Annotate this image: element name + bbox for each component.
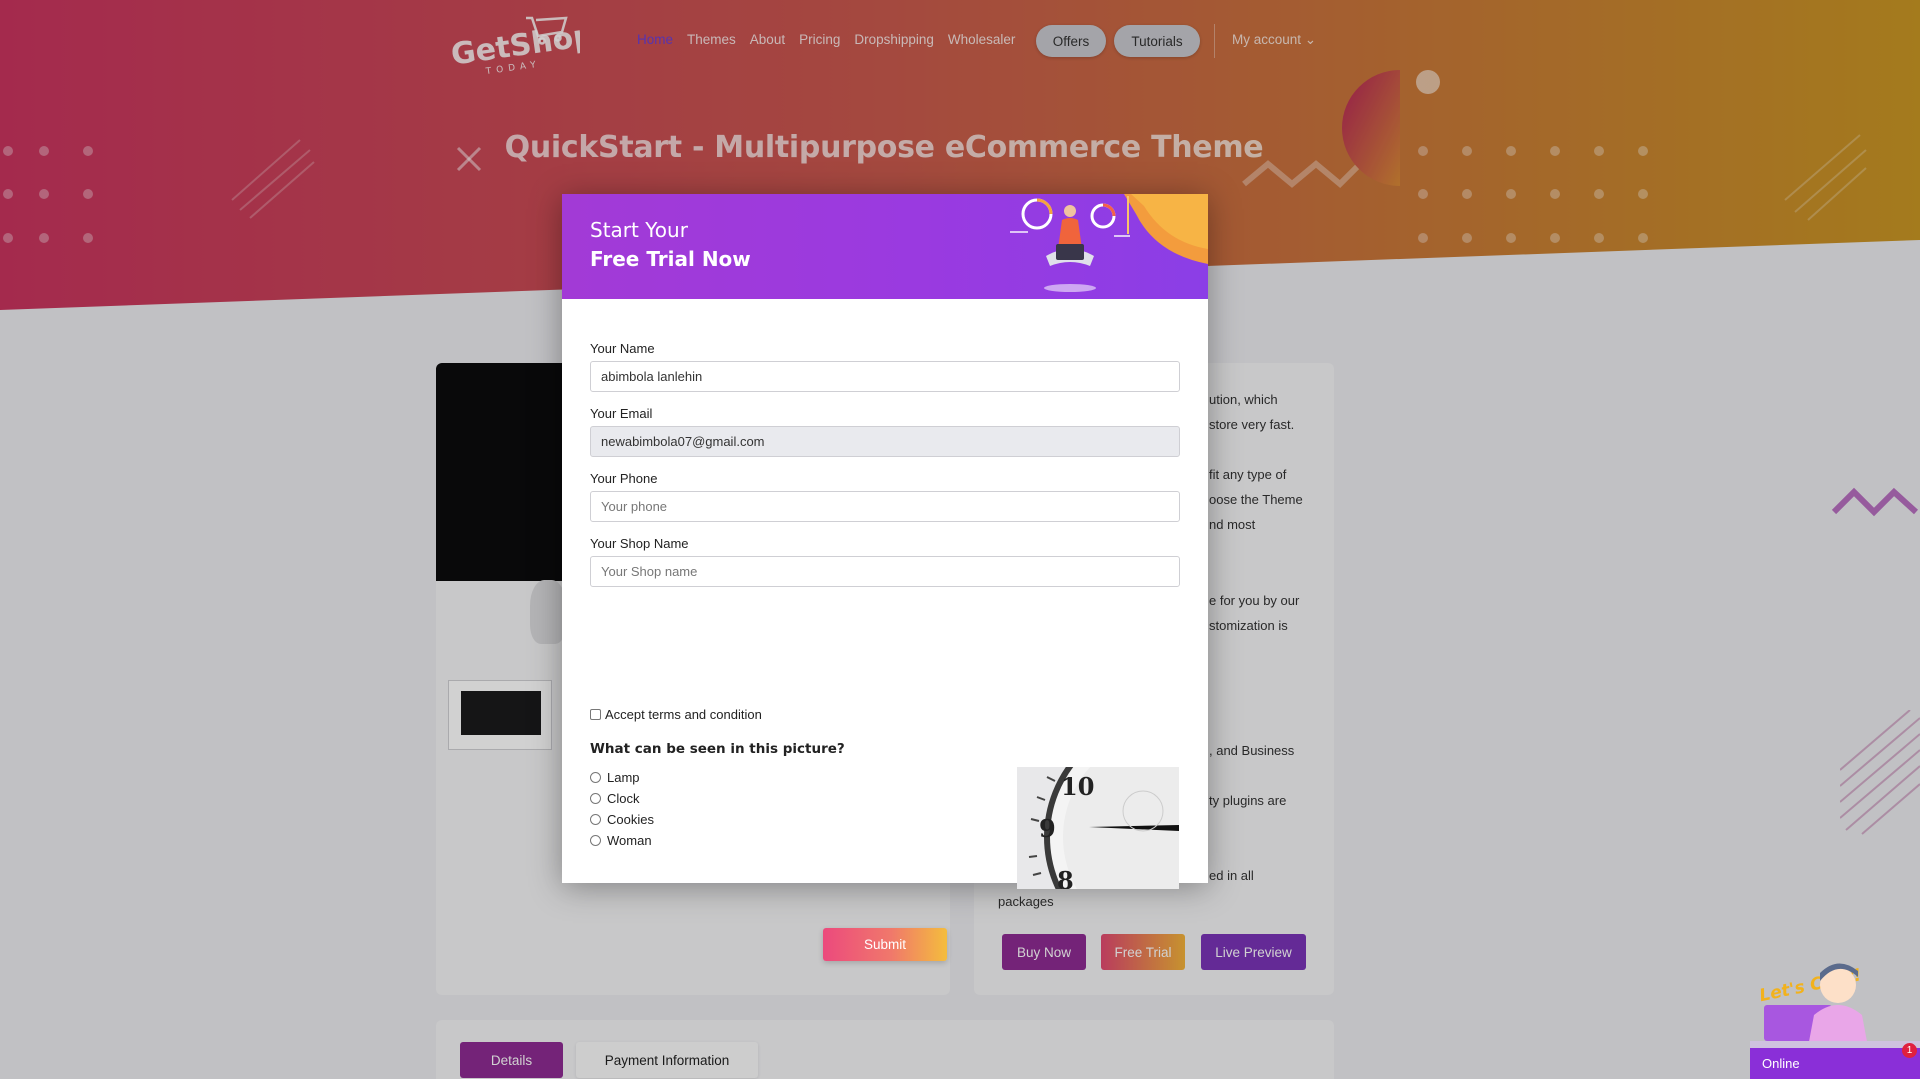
free-trial-modal: Start Your Free Trial Now Your Name Your…	[562, 194, 1208, 961]
modal-title-line2: Free Trial Now	[590, 247, 751, 271]
svg-text:8: 8	[1057, 866, 1074, 889]
person-laptop-illustration	[1010, 194, 1208, 292]
terms-checkbox[interactable]	[590, 709, 601, 720]
terms-checkbox-row[interactable]: Accept terms and condition	[590, 707, 762, 722]
option-label: Woman	[607, 833, 652, 848]
option-label: Lamp	[607, 770, 640, 785]
modal-header: Start Your Free Trial Now	[562, 194, 1208, 299]
radio-button[interactable]	[590, 814, 601, 825]
chat-status-bar[interactable]: Online	[1750, 1048, 1920, 1079]
captcha-option-cookies[interactable]: Cookies	[590, 812, 654, 827]
modal-title-line1: Start Your	[590, 218, 688, 242]
radio-button[interactable]	[590, 835, 601, 846]
shop-name-field[interactable]	[590, 556, 1180, 587]
option-label: Cookies	[607, 812, 654, 827]
submit-button[interactable]: Submit	[823, 928, 947, 961]
captcha-option-lamp[interactable]: Lamp	[590, 770, 640, 785]
chat-notification-badge: 1	[1902, 1043, 1917, 1058]
captcha-option-woman[interactable]: Woman	[590, 833, 652, 848]
email-label: Your Email	[590, 406, 653, 421]
svg-text:9: 9	[1039, 814, 1056, 843]
phone-field[interactable]	[590, 491, 1180, 522]
radio-button[interactable]	[590, 793, 601, 804]
radio-button[interactable]	[590, 772, 601, 783]
shop-name-label: Your Shop Name	[590, 536, 689, 551]
phone-label: Your Phone	[590, 471, 658, 486]
modal-title: Start Your Free Trial Now	[590, 216, 751, 274]
svg-text:10: 10	[1061, 772, 1094, 801]
name-field[interactable]	[590, 361, 1180, 392]
captcha-clock-image: 10 9 8	[1017, 767, 1179, 889]
terms-label: Accept terms and condition	[605, 707, 762, 722]
captcha-question: What can be seen in this picture?	[590, 741, 845, 757]
option-label: Clock	[607, 791, 640, 806]
email-field[interactable]	[590, 426, 1180, 457]
name-label: Your Name	[590, 341, 655, 356]
captcha-option-clock[interactable]: Clock	[590, 791, 640, 806]
